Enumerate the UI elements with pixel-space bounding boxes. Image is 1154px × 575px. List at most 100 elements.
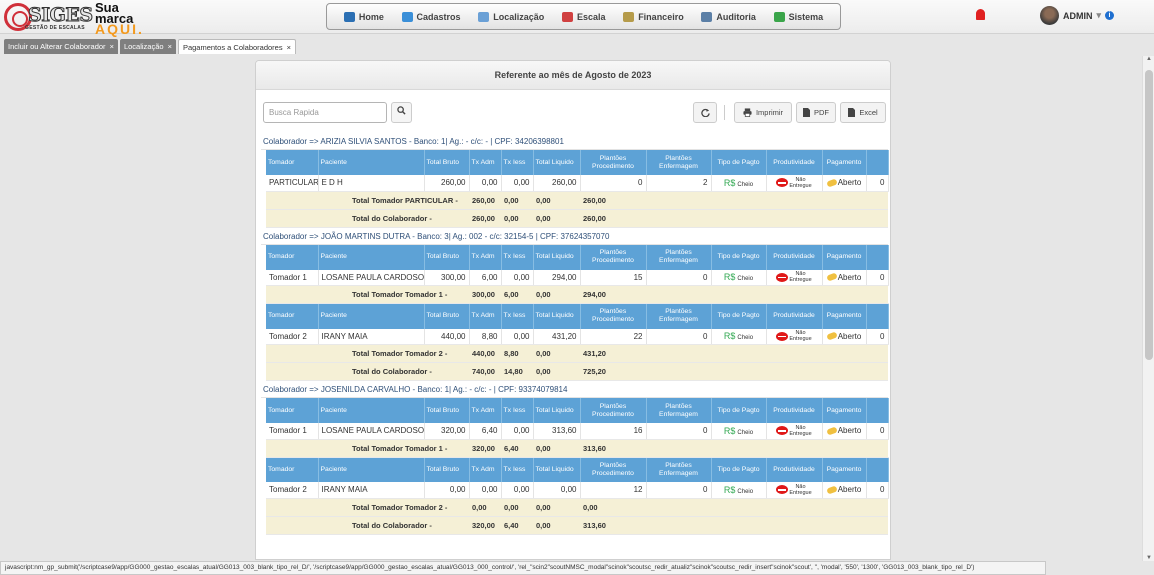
column-header: Tipo de Pagto [711,303,767,329]
cell-produtividade: Não Entregue [766,175,823,192]
column-header: Tx Adm [469,303,502,329]
cell-proc: 16 [580,423,647,440]
menu-item-user-location[interactable]: Localização [478,11,544,22]
column-header: Tomador [266,398,319,423]
menu-item-gear[interactable]: Sistema [773,11,824,22]
collaborator-heading: Colaborador => ARIZIA SILVIA SANTOS - Ba… [261,133,888,150]
productivity-status[interactable]: Não Entregue [776,425,812,437]
menu-item-calendar[interactable]: Escala [561,11,606,22]
cell-tomador: Tomador 2 [266,328,319,345]
main-menu: Home Cadastros Localização Escala Financeiro… [326,3,841,30]
cell-proc: 12 [580,482,647,499]
column-header: Plantões Procedimento [580,303,647,329]
collaborator-heading: Colaborador => JOÃO MARTINS DUTRA - Banc… [261,228,888,245]
scrollbar-thumb[interactable] [1145,70,1153,360]
tab-incluir-colaborador[interactable]: Incluir ou Alterar Colaborador × [4,39,118,54]
close-icon[interactable]: × [110,42,114,51]
excel-button[interactable]: Excel [840,102,886,123]
total-bruto: 0,00 [469,498,501,517]
search-input[interactable]: Busca Rapida [263,102,387,123]
total-bruto: 740,00 [469,362,501,381]
menu-item-home[interactable]: Home [343,11,384,22]
total-iess: 0,00 [533,362,580,381]
productivity-status[interactable]: Não Entregue [776,330,812,342]
column-header: Plantões Procedimento [580,398,647,423]
app-logo[interactable]: SIGES GESTÃO DE ESCALAS Sua marca AQUI. [4,1,164,36]
column-header: Plantões Procedimento [580,244,647,270]
column-header: Tomador [266,303,319,329]
column-header: Paciente [318,398,425,423]
menu-label: Cadastros [416,11,461,22]
total-adm: 6,40 [501,516,533,535]
column-header: Produtividade [766,303,823,329]
total-adm: 6,00 [501,285,533,304]
column-header: Tipo de Pagto [711,150,767,175]
payment-status-label: Aberto [837,178,862,187]
user-name: ADMIN [1063,10,1093,21]
pdf-label: PDF [814,108,829,117]
payment-type: R$ Cheio [724,272,753,282]
payment-status[interactable]: Aberto [825,177,862,188]
column-header: Plantões Enfermagem [646,398,712,423]
total-label: Total Tomador Tomador 1 - [318,285,469,304]
payment-status[interactable]: Aberto [825,331,861,341]
payment-status[interactable]: Aberto [825,272,861,282]
total-label: Total do Colaborador - [318,209,469,228]
payment-type-sub: Cheio [737,488,754,495]
menu-item-folder[interactable]: Cadastros [401,11,461,22]
column-header: Total Bruto [424,303,470,329]
column-header: Paciente [318,457,425,482]
productivity-status[interactable]: Não Entregue [776,484,812,496]
column-header: Total Bruto [424,398,470,423]
scroll-up-icon[interactable]: ▲ [1145,56,1153,62]
menu-item-magnifier[interactable]: Auditoria [701,11,756,22]
cell-iess: 0,00 [501,328,534,345]
search-button[interactable] [391,102,412,123]
tab-label: Localização [123,42,164,51]
cell-tomador: Tomador 2 [266,482,319,499]
total-label: Total Tomador Tomador 2 - [318,498,469,517]
total-iess: 0,00 [533,439,580,458]
column-header: Total Bruto [424,244,470,270]
tab-localizacao[interactable]: Localização × [119,39,176,54]
table-header-row: Tomador Paciente Total Bruto Tx Adm Tx Iess T… [266,457,889,482]
info-icon[interactable]: i [1105,11,1115,20]
column-header: Plantões Enfermagem [646,457,712,482]
report-title: Referente ao mês de Agosto de 2023 [256,61,890,90]
payment-status[interactable]: Aberto [825,484,861,495]
close-icon[interactable]: × [287,43,291,52]
pdf-button[interactable]: PDF [796,102,836,123]
cell-paciente: LOSANE PAULA CARDOSO [318,423,425,440]
column-header: Tipo de Pagto [711,244,767,270]
productivity-status[interactable]: Não Entregue [776,271,812,283]
column-header: Produtividade [766,244,823,270]
payment-status[interactable]: Aberto [825,425,861,436]
tab-pagamentos[interactable]: Pagamentos a Colaboradores × [177,39,296,54]
menu-label: Home [358,11,384,22]
menu-label: Sistema [788,11,824,22]
column-header [866,457,889,482]
cell-iess: 0,00 [501,175,534,192]
tab-label: Incluir ou Alterar Colaborador [8,42,106,51]
cell-adm: 6,40 [469,423,502,440]
scroll-down-icon[interactable]: ▼ [1145,555,1153,561]
notification-bell-icon[interactable] [976,9,985,20]
productivity-line-2: Entregue [789,430,812,437]
user-menu[interactable]: ADMIN ▾ i [1040,6,1115,25]
productivity-label: Não Entregue [789,330,811,342]
total-iess: 0,00 [533,191,580,210]
refresh-button[interactable] [693,102,717,123]
table-header-row: Tomador Paciente Total Bruto Tx Adm Tx Iess T… [266,150,889,175]
logo-subtitle: GESTÃO DE ESCALAS [25,25,85,31]
tomador-total-row: Total Tomador Tomador 2 -0,00 0,00 0,00 0,0… [266,498,888,517]
menu-item-money[interactable]: Financeiro [623,11,684,22]
cell-produtividade: Não Entregue [766,482,823,499]
page-scrollbar[interactable]: ▲ ▼ [1142,56,1154,561]
chevron-down-icon: ▾ [1096,10,1102,20]
close-icon[interactable]: × [168,42,172,51]
coins-icon [825,177,838,188]
file-icon [848,108,856,117]
print-button[interactable]: Imprimir [734,102,792,123]
total-fill [646,498,888,517]
productivity-status[interactable]: Não Entregue [776,177,812,189]
